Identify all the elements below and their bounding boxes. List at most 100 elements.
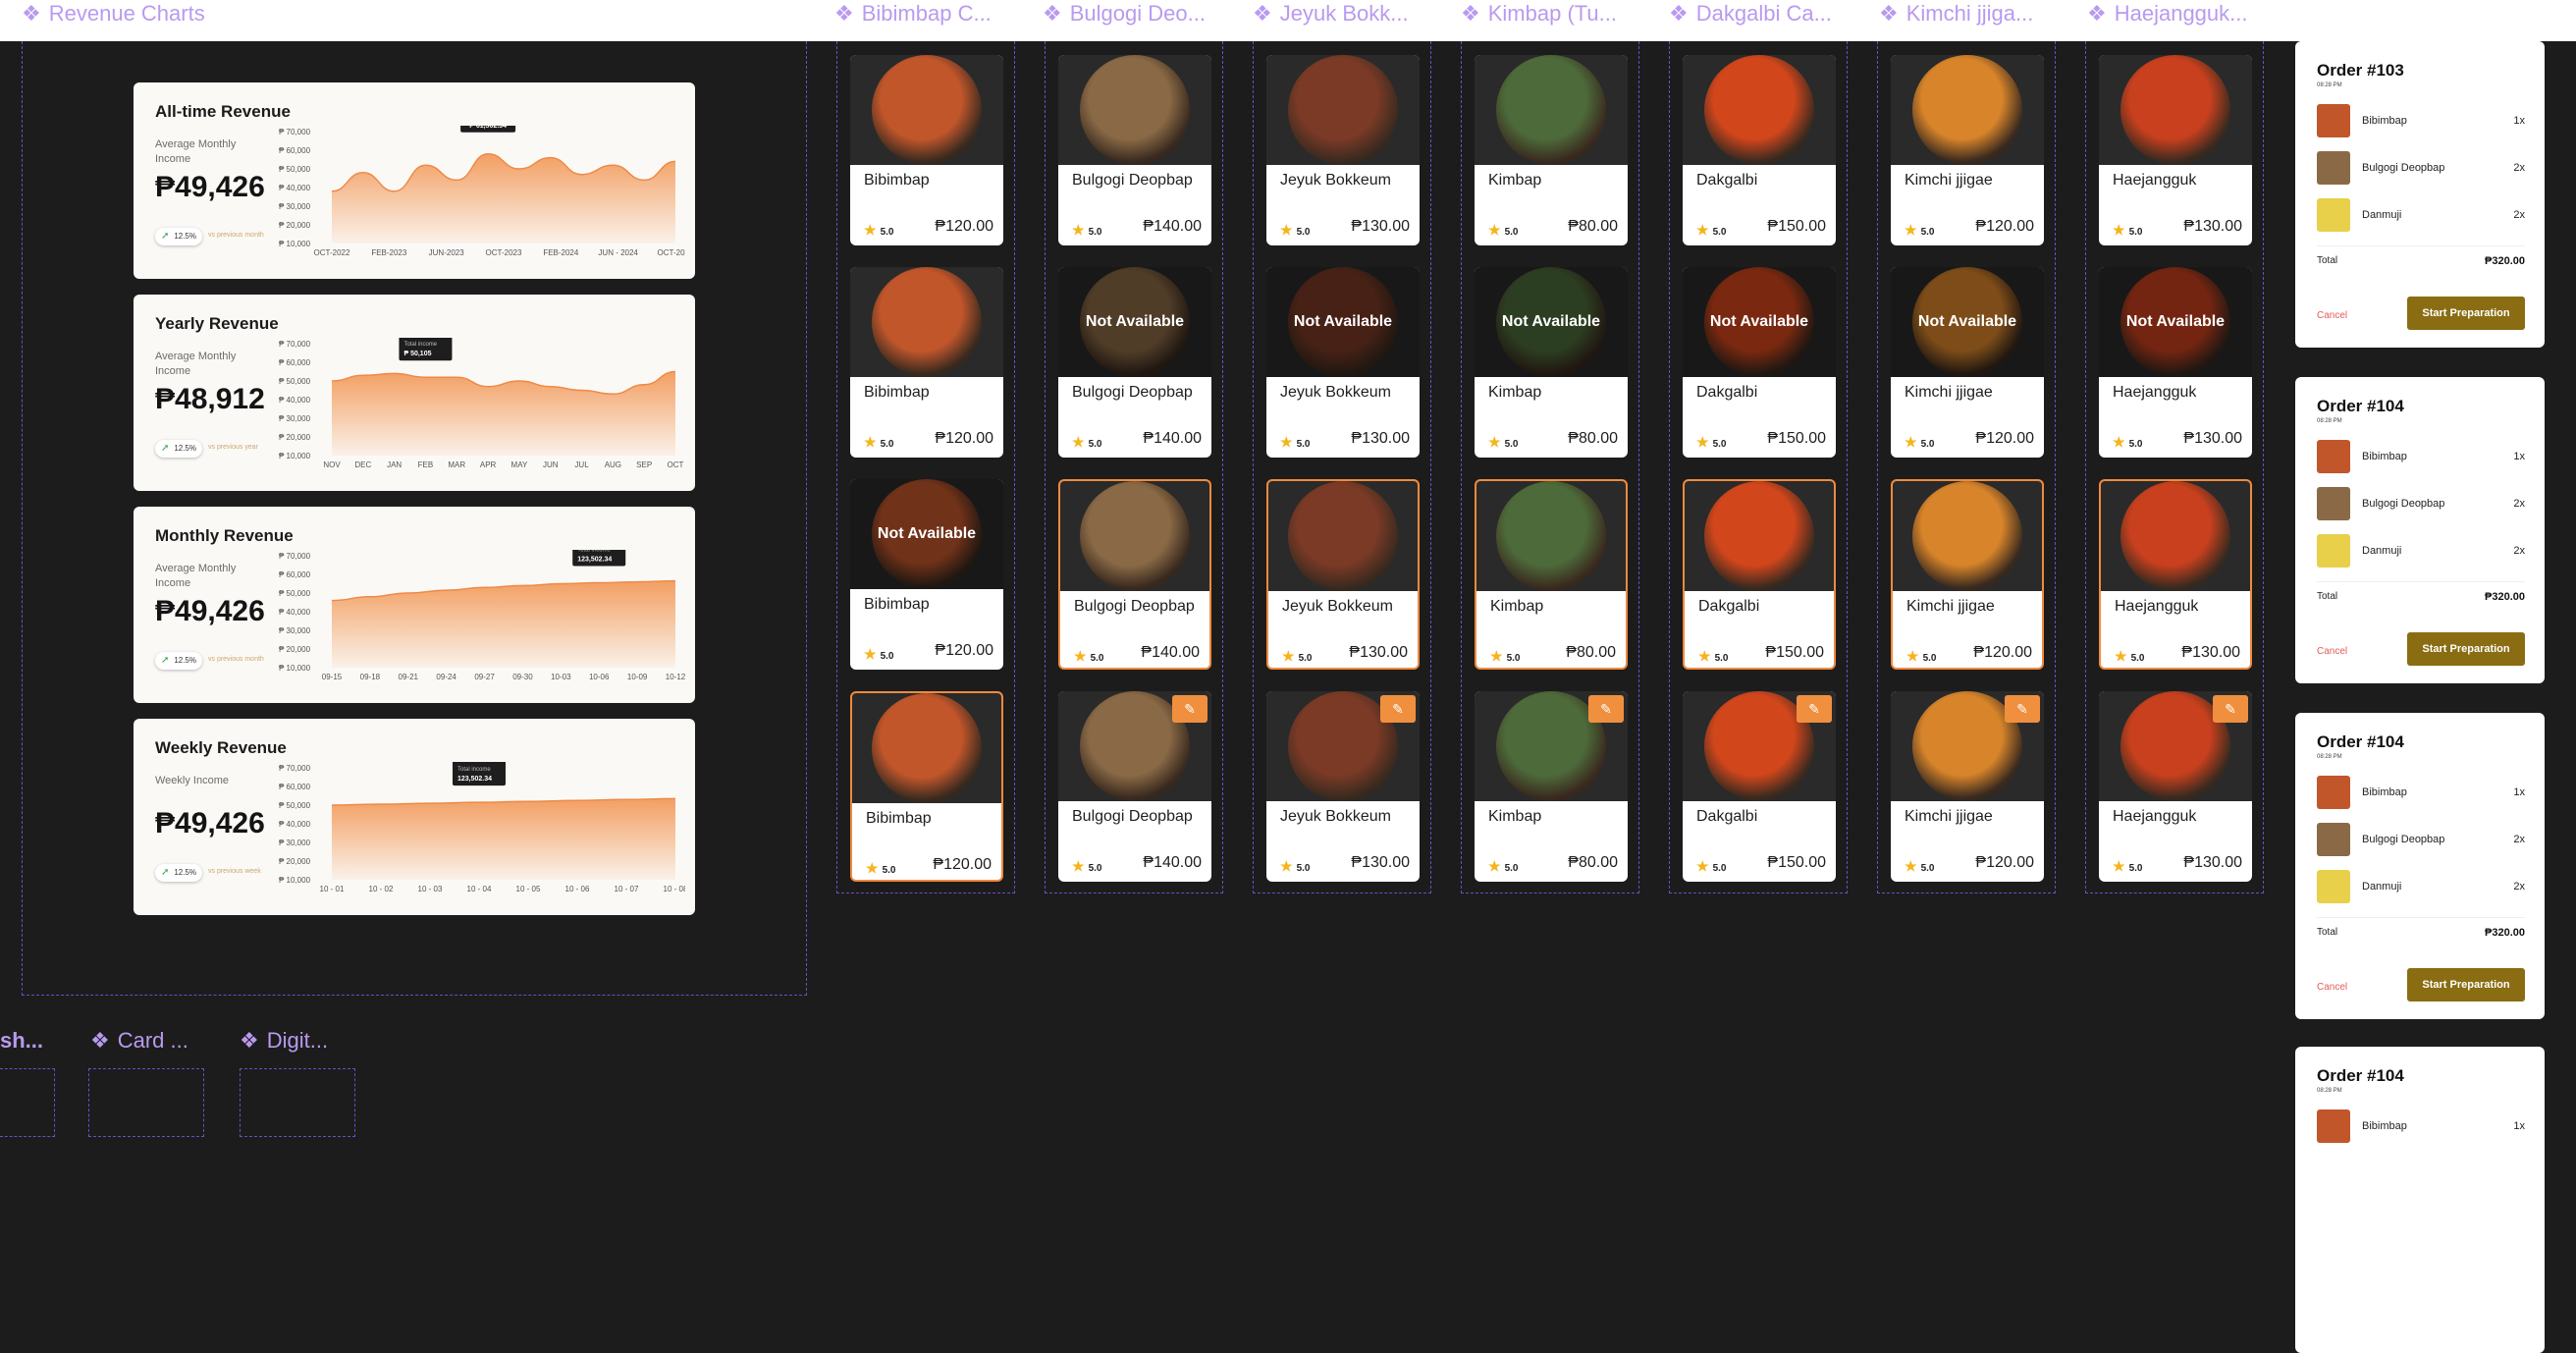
menu-item-card[interactable]: Jeyuk Bokkeum ★ 5.0 ₱130.00 (1266, 55, 1420, 245)
order-card[interactable]: Order #104 08:28 PM Bibimbap 1x (2295, 1047, 2545, 1353)
rating-value: 5.0 (1504, 227, 1519, 238)
dish-rating: ★ 5.0 (1280, 222, 1310, 239)
x-tick-label: OCT-2022 (314, 248, 350, 257)
dish-name: Jeyuk Bokkeum (1280, 384, 1391, 401)
frame-label-card[interactable]: ❖ Card ... (90, 1027, 208, 1055)
component-icon: ❖ (1043, 1, 1062, 26)
menu-item-card[interactable]: Bulgogi Deopbap ★ 5.0 ₱140.00 (1058, 479, 1211, 670)
dish-rating: ★ 5.0 (1696, 858, 1726, 875)
frame-label-bibimbap[interactable]: ❖ Bibimbap C... (834, 0, 1011, 27)
pencil-icon[interactable]: ✎ (1797, 695, 1832, 723)
frame-label-revenue-charts[interactable]: ❖ Revenue Charts (22, 0, 277, 27)
order-card[interactable]: Order #104 08:28 PM Bibimbap 1x Bulgogi … (2295, 713, 2545, 1019)
menu-item-card[interactable]: Not Available Bibimbap ★ 5.0 ₱120.00 (850, 479, 1003, 670)
y-tick-label: ₱ 10,000 (279, 664, 311, 673)
cancel-button[interactable]: Cancel (2317, 646, 2347, 657)
revenue-card[interactable]: Yearly Revenue Average Monthly Income ₱4… (134, 295, 695, 491)
menu-item-card[interactable]: Haejangguk ★ 5.0 ₱130.00 (2099, 55, 2252, 245)
menu-item-card[interactable]: Not Available Bulgogi Deopbap ★ 5.0 ₱140.… (1058, 267, 1211, 458)
menu-item-card[interactable]: Bulgogi Deopbap ★ 5.0 ₱140.00 (1058, 55, 1211, 245)
dish-price: ₱80.00 (1568, 430, 1618, 447)
menu-item-card[interactable]: Not Available Haejangguk ★ 5.0 ₱130.00 (2099, 267, 2252, 458)
frame-label-dash[interactable]: sh... (0, 1027, 59, 1055)
frame-label-dakgalbi[interactable]: ❖ Dakgalbi Ca... (1669, 0, 1846, 27)
dish-photo (1268, 481, 1418, 591)
pencil-icon[interactable]: ✎ (2213, 695, 2248, 723)
start-preparation-button[interactable]: Start Preparation (2407, 632, 2525, 666)
menu-item-card[interactable]: Kimchi jjigae ★ 5.0 ₱120.00 (1891, 479, 2044, 670)
dish-bowl (1912, 55, 2022, 165)
pencil-icon[interactable]: ✎ (1380, 695, 1416, 723)
menu-item-card[interactable]: Not Available Kimchi jjigae ★ 5.0 ₱120.00 (1891, 267, 2044, 458)
menu-item-card[interactable]: ✎ Haejangguk ★ 5.0 ₱130.00 (2099, 691, 2252, 882)
menu-item-card[interactable]: ✎ Kimbap ★ 5.0 ₱80.00 (1475, 691, 1628, 882)
pencil-icon[interactable]: ✎ (1588, 695, 1624, 723)
start-preparation-button[interactable]: Start Preparation (2407, 297, 2525, 330)
component-icon: ❖ (1461, 1, 1480, 26)
not-available-label: Not Available (1085, 313, 1185, 330)
revenue-card[interactable]: All-time Revenue Average Monthly Income … (134, 82, 695, 279)
menu-item-card[interactable]: Jeyuk Bokkeum ★ 5.0 ₱130.00 (1266, 479, 1420, 670)
dish-price: ₱130.00 (1351, 854, 1410, 871)
card-frame (88, 1068, 204, 1137)
frame-label-text: Kimbap (Tu... (1487, 1, 1617, 26)
rating-value: 5.0 (880, 439, 894, 450)
y-tick-label: ₱ 20,000 (279, 857, 311, 866)
star-icon: ★ (1696, 434, 1709, 450)
start-preparation-button[interactable]: Start Preparation (2407, 968, 2525, 1001)
menu-item-card[interactable]: Bibimbap ★ 5.0 ₱120.00 (850, 267, 1003, 458)
order-card[interactable]: Order #103 08:28 PM Bibimbap 1x Bulgogi … (2295, 41, 2545, 348)
dish-rating: ★ 5.0 (1488, 222, 1518, 239)
menu-item-card[interactable]: ✎ Jeyuk Bokkeum ★ 5.0 ₱130.00 (1266, 691, 1420, 882)
order-card[interactable]: Order #104 08:28 PM Bibimbap 1x Bulgogi … (2295, 377, 2545, 683)
frame-label-kimchi[interactable]: ❖ Kimchi jjiga... (1879, 0, 2056, 27)
menu-item-card[interactable]: ✎ Dakgalbi ★ 5.0 ₱150.00 (1683, 691, 1836, 882)
dish-photo (1893, 481, 2042, 591)
menu-item-card[interactable]: Bibimbap ★ 5.0 ₱120.00 (850, 55, 1003, 245)
menu-item-card[interactable]: Kimbap ★ 5.0 ₱80.00 (1475, 479, 1628, 670)
cancel-button[interactable]: Cancel (2317, 982, 2347, 993)
dish-photo (1058, 55, 1211, 165)
menu-item-card[interactable]: Kimbap ★ 5.0 ₱80.00 (1475, 55, 1628, 245)
menu-item-card[interactable]: Haejangguk ★ 5.0 ₱130.00 (2099, 479, 2252, 670)
revenue-card[interactable]: Monthly Revenue Average Monthly Income ₱… (134, 507, 695, 703)
rating-value: 5.0 (1296, 227, 1311, 238)
revenue-card[interactable]: Weekly Revenue Weekly Income ₱49,426 ➚ 12… (134, 719, 695, 915)
item-name: Bulgogi Deopbap (2362, 498, 2445, 510)
component-icon: ❖ (1253, 1, 1272, 26)
cancel-button[interactable]: Cancel (2317, 310, 2347, 321)
frame-label-kimbap[interactable]: ❖ Kimbap (Tu... (1461, 0, 1637, 27)
frame-label-bulgogi[interactable]: ❖ Bulgogi Deo... (1043, 0, 1219, 27)
frame-label-jeyuk[interactable]: ❖ Jeyuk Bokk... (1253, 0, 1429, 27)
dish-price: ₱120.00 (935, 642, 993, 659)
pencil-icon[interactable]: ✎ (2005, 695, 2040, 723)
x-tick-label: FEB (418, 460, 434, 469)
frame-label-digit[interactable]: ❖ Digit... (240, 1027, 357, 1055)
dish-photo (1060, 481, 1209, 591)
menu-item-card[interactable]: Not Available Dakgalbi ★ 5.0 ₱150.00 (1683, 267, 1836, 458)
menu-item-card[interactable]: Not Available Kimbap ★ 5.0 ₱80.00 (1475, 267, 1628, 458)
chart-tooltip: Total income 123,502.34 (572, 550, 626, 567)
menu-item-card[interactable]: Not Available Jeyuk Bokkeum ★ 5.0 ₱130.00 (1266, 267, 1420, 458)
dish-photo (2099, 55, 2252, 165)
rating-value: 5.0 (2128, 439, 2143, 450)
menu-item-card[interactable]: Kimchi jjigae ★ 5.0 ₱120.00 (1891, 55, 2044, 245)
dish-rating: ★ 5.0 (1282, 648, 1312, 665)
trend-up-icon: ➚ (161, 231, 170, 242)
star-icon: ★ (1488, 434, 1501, 450)
growth-badge-value: 12.5% (174, 444, 196, 453)
menu-item-card[interactable]: ✎ Kimchi jjigae ★ 5.0 ₱120.00 (1891, 691, 2044, 882)
dish-rating: ★ 5.0 (1906, 648, 1936, 665)
pencil-icon[interactable]: ✎ (1172, 695, 1208, 723)
dish-price: ₱130.00 (2181, 644, 2240, 661)
frame-label-text: Card ... (117, 1028, 188, 1053)
y-tick-label: ₱ 50,000 (279, 801, 311, 810)
menu-item-card[interactable]: Dakgalbi ★ 5.0 ₱150.00 (1683, 479, 1836, 670)
menu-item-card[interactable]: Dakgalbi ★ 5.0 ₱150.00 (1683, 55, 1836, 245)
item-quantity: 1x (2513, 115, 2525, 127)
frame-label-haejangguk[interactable]: ❖ Haejangguk... (2087, 0, 2264, 27)
chart-tooltip: Total income ₱ 50,105 (399, 338, 453, 361)
menu-item-card[interactable]: Bibimbap ★ 5.0 ₱120.00 (850, 691, 1003, 882)
x-tick-label: APR (480, 460, 497, 469)
menu-item-card[interactable]: ✎ Bulgogi Deopbap ★ 5.0 ₱140.00 (1058, 691, 1211, 882)
